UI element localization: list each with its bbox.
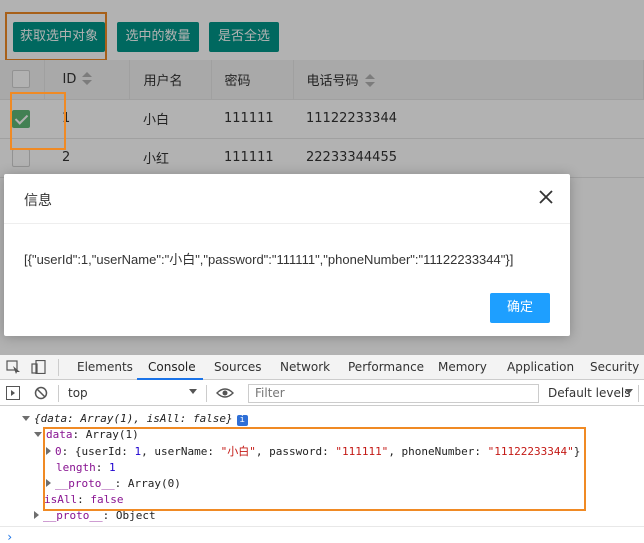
sidebar-toggle-icon[interactable] bbox=[6, 386, 20, 400]
ok-button[interactable]: 确定 bbox=[490, 293, 550, 323]
tab-security[interactable]: Security bbox=[590, 360, 639, 374]
inspect-icon[interactable] bbox=[6, 360, 22, 374]
expand-triangle-icon[interactable] bbox=[34, 432, 42, 437]
dialog-title: 信息 bbox=[24, 193, 52, 209]
info-icon: i bbox=[236, 415, 248, 426]
close-icon[interactable] bbox=[538, 189, 554, 205]
tab-memory[interactable]: Memory bbox=[438, 360, 487, 374]
tab-application[interactable]: Application bbox=[507, 360, 574, 374]
prompt-chevron-icon[interactable]: › bbox=[6, 529, 13, 543]
device-toggle-icon[interactable] bbox=[31, 360, 47, 374]
app-area: 获取选中对象 选中的数量 是否全选 ID 用户名 密码 电话号码 1 小白 11… bbox=[0, 0, 644, 355]
filter-input[interactable]: Filter bbox=[248, 384, 539, 403]
proto-object-line[interactable]: __proto__: Object bbox=[34, 508, 156, 524]
tab-console[interactable]: Console bbox=[148, 360, 196, 374]
tab-network[interactable]: Network bbox=[280, 360, 330, 374]
console-object-line[interactable]: {data: Array(1), isAll: false} i bbox=[22, 411, 248, 427]
levels-select[interactable]: Default levels bbox=[548, 386, 630, 400]
info-dialog: 信息 [{"userId":1,"userName":"小白","passwor… bbox=[4, 174, 570, 336]
devtools-panel: Elements Console Sources Network Perform… bbox=[0, 355, 644, 543]
isall-line: isAll: false bbox=[44, 493, 124, 506]
dialog-header: 信息 bbox=[4, 174, 570, 224]
expand-triangle-icon[interactable] bbox=[22, 416, 30, 421]
length-line: length: 1 bbox=[56, 461, 116, 474]
console-toolbar: top Filter Default levels bbox=[0, 381, 644, 406]
divider bbox=[58, 385, 59, 402]
chevron-down-icon[interactable] bbox=[189, 389, 197, 394]
tab-sources[interactable]: Sources bbox=[214, 360, 261, 374]
divider bbox=[58, 359, 59, 376]
tab-elements[interactable]: Elements bbox=[77, 360, 133, 374]
clear-console-icon[interactable] bbox=[34, 386, 48, 400]
expand-triangle-icon[interactable] bbox=[34, 511, 39, 519]
dialog-content: [{"userId":1,"userName":"小白","password":… bbox=[24, 252, 514, 267]
chevron-down-icon[interactable] bbox=[625, 389, 633, 394]
divider bbox=[0, 526, 644, 527]
tab-performance[interactable]: Performance bbox=[348, 360, 424, 374]
expand-triangle-icon[interactable] bbox=[46, 447, 51, 455]
eye-icon[interactable] bbox=[216, 387, 234, 399]
array-item-line[interactable]: 0: {userId: 1, userName: "小白", password:… bbox=[46, 444, 580, 460]
active-tab-indicator bbox=[137, 378, 203, 380]
devtools-tabbar: Elements Console Sources Network Perform… bbox=[0, 355, 644, 380]
context-select[interactable]: top bbox=[68, 386, 88, 400]
proto-array-line[interactable]: __proto__: Array(0) bbox=[46, 476, 181, 492]
divider bbox=[638, 385, 639, 402]
expand-triangle-icon[interactable] bbox=[46, 479, 51, 487]
divider bbox=[206, 385, 207, 402]
data-property-line[interactable]: data: Array(1) bbox=[34, 427, 139, 443]
